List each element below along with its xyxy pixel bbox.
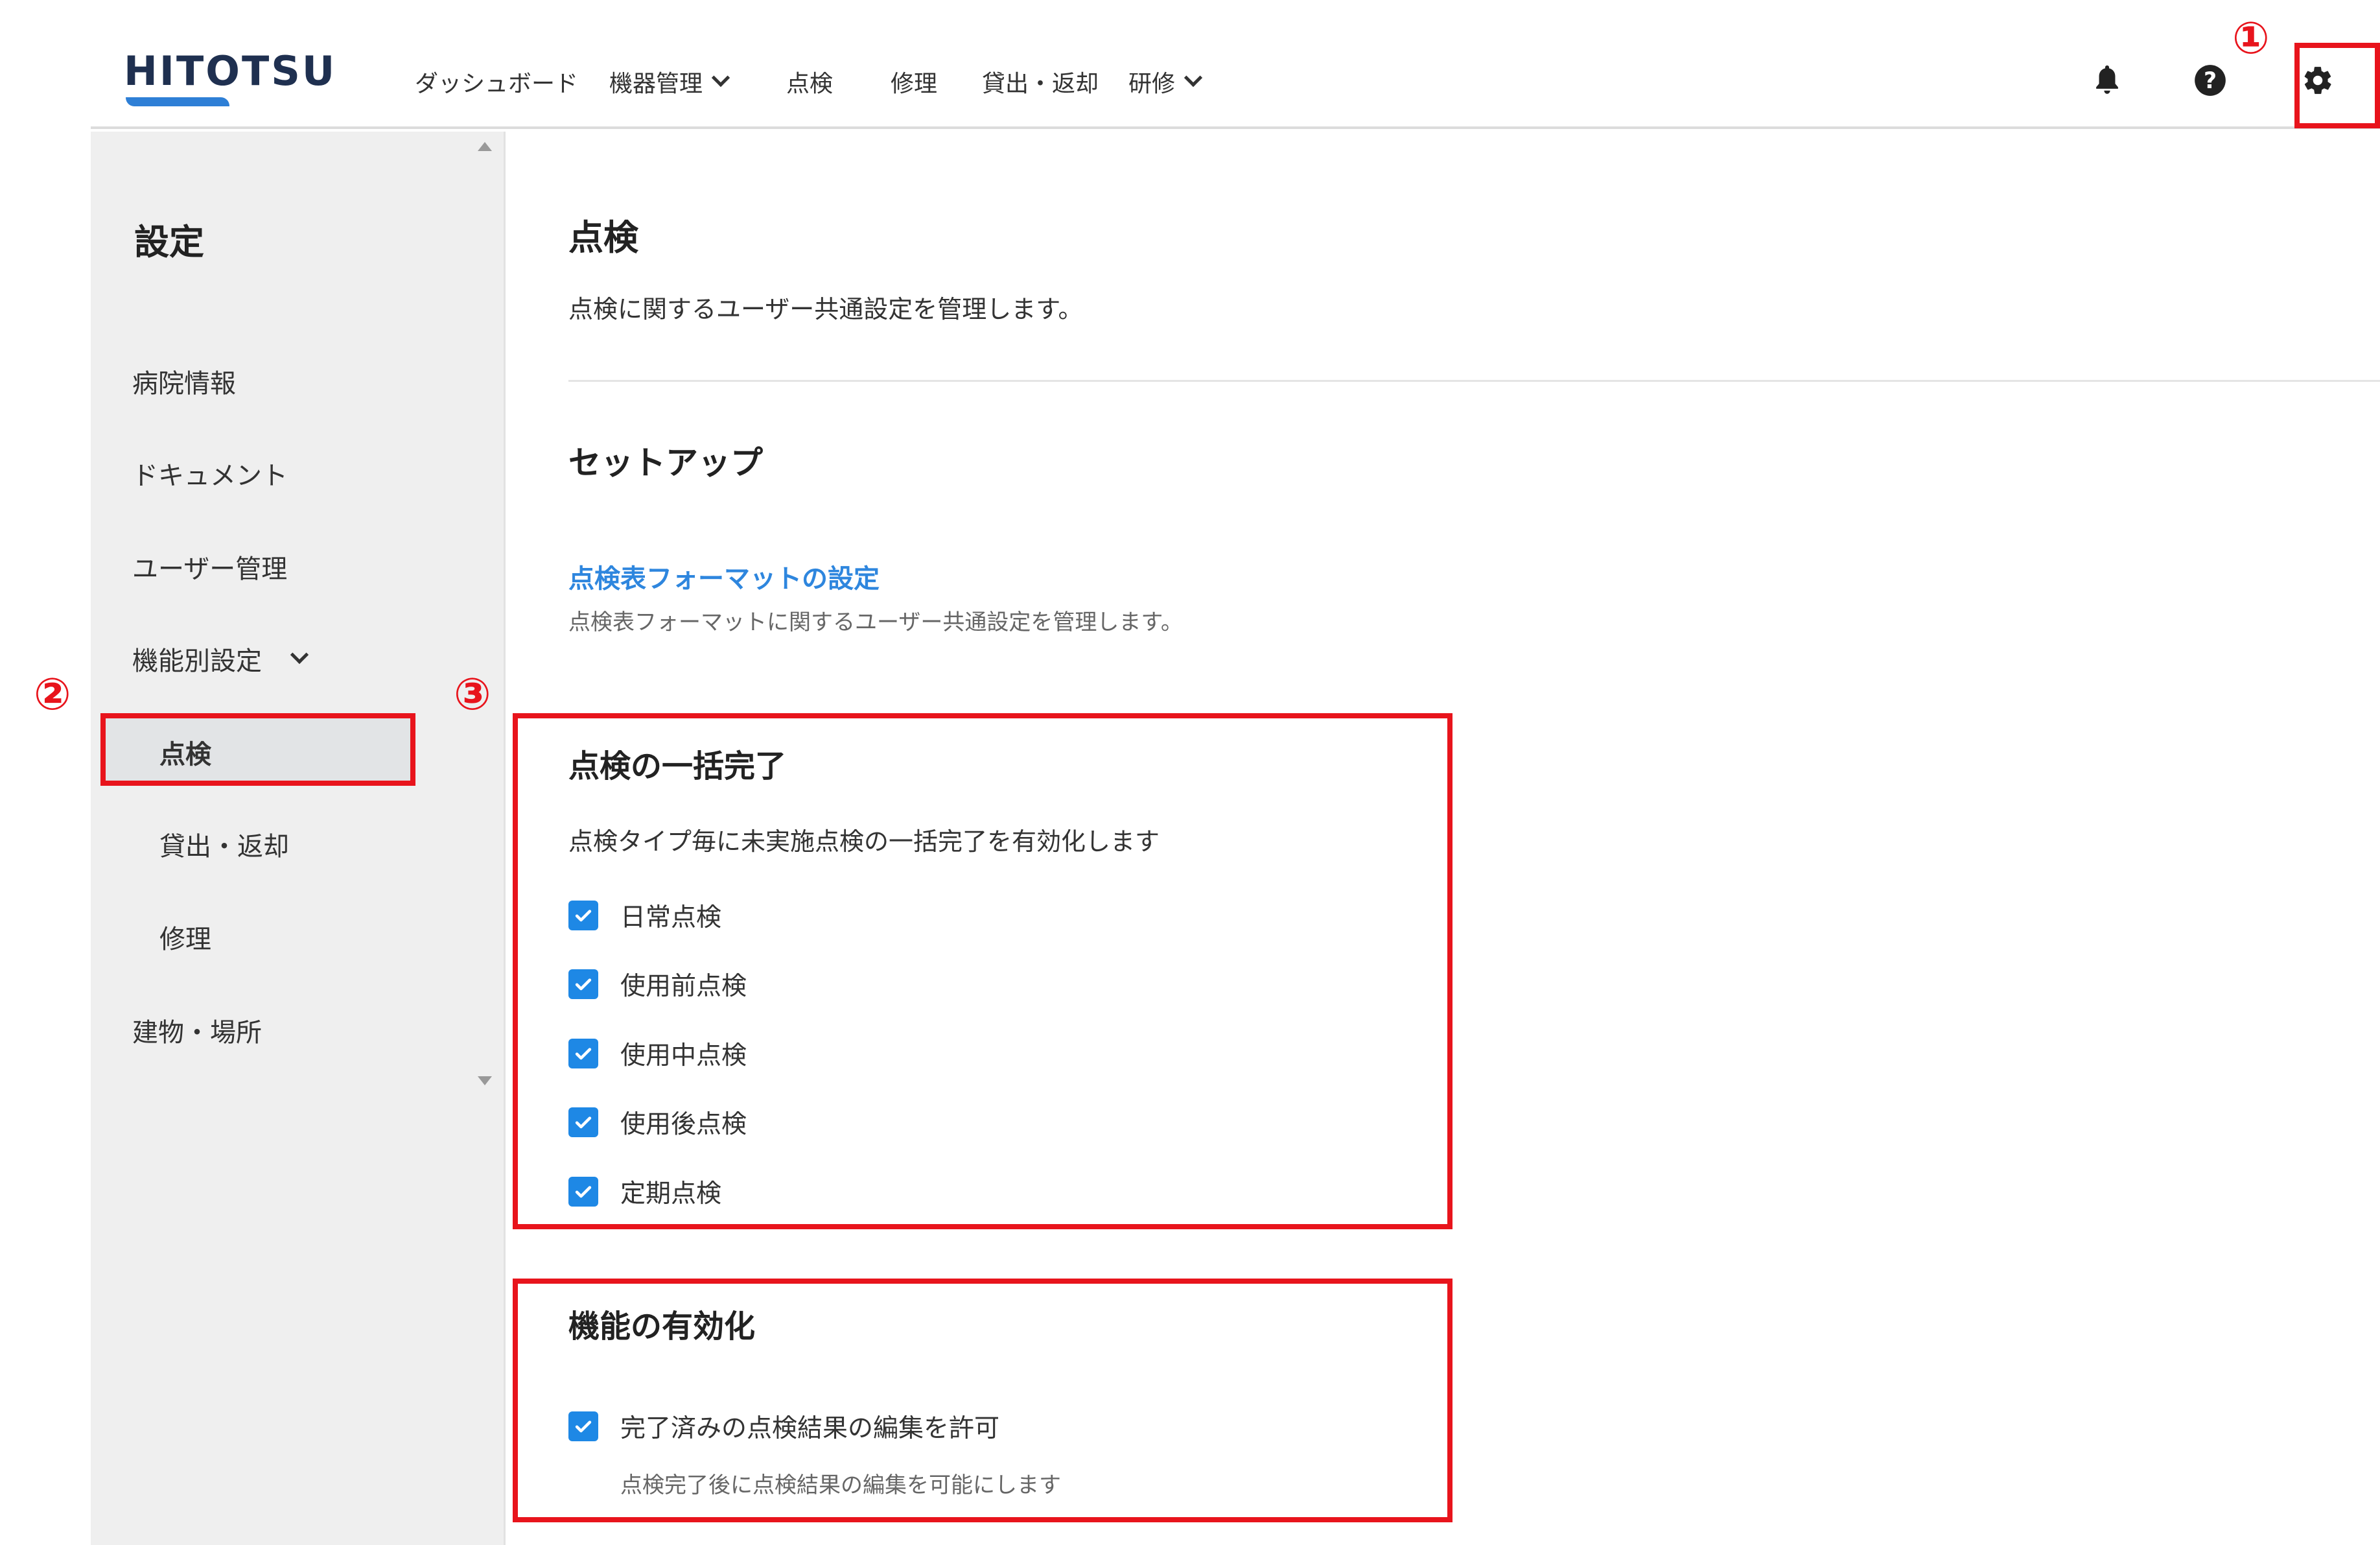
bell-icon[interactable]: [2089, 62, 2125, 99]
sidebar-item-lending[interactable]: 貸出・返却: [159, 825, 289, 863]
annotation-number-3: ③: [454, 669, 491, 720]
nav-lending[interactable]: 貸出・返却: [982, 65, 1099, 99]
nav-repair[interactable]: 修理: [891, 65, 937, 99]
chevron-down-icon: [290, 645, 309, 665]
sidebar-item-hospital-info[interactable]: 病院情報: [132, 362, 236, 400]
sidebar-item-label: 機能別設定: [132, 646, 262, 676]
hitotsu-logo[interactable]: HITOTSU: [124, 47, 336, 95]
annotation-number-2: ②: [34, 669, 71, 720]
nav-training[interactable]: 研修: [1128, 65, 1203, 99]
sidebar-title: 設定: [134, 222, 204, 263]
annotation-number-1: ①: [2232, 13, 2270, 64]
svg-text:?: ?: [2204, 68, 2217, 94]
setup-heading: セットアップ: [568, 444, 763, 482]
page-description: 点検に関するユーザー共通設定を管理します。: [568, 295, 1083, 324]
scroll-down-arrow-icon[interactable]: [478, 1076, 492, 1085]
sidebar-item-buildings[interactable]: 建物・場所: [132, 1011, 262, 1049]
chevron-down-icon: [1184, 68, 1203, 88]
inspection-format-settings-description: 点検表フォーマットに関するユーザー共通設定を管理します。: [568, 609, 1183, 635]
nav-inspection[interactable]: 点検: [786, 65, 833, 99]
annotation-box-sidebar-inspection: [100, 713, 415, 786]
help-icon[interactable]: ?: [2192, 62, 2228, 99]
top-header: HITOTSU ダッシュボード 機器管理 点検 修理 貸出・返却 研修 ?: [91, 0, 2380, 129]
nav-equipment-label: 機器管理: [609, 71, 703, 97]
settings-sidebar: 設定 病院情報 ドキュメント ユーザー管理 機能別設定 点検 貸出・返却 修理 …: [91, 132, 506, 1545]
nav-dashboard-label: ダッシュボード: [415, 71, 579, 97]
sidebar-item-user-management[interactable]: ユーザー管理: [132, 548, 287, 585]
sidebar-item-feature-settings[interactable]: 機能別設定: [132, 640, 309, 678]
annotation-box-feature-enable: [513, 1279, 1452, 1522]
nav-equipment[interactable]: 機器管理: [609, 65, 730, 99]
nav-repair-label: 修理: [891, 71, 938, 97]
sidebar-item-repair[interactable]: 修理: [159, 918, 211, 956]
nav-training-label: 研修: [1128, 71, 1176, 97]
nav-dashboard[interactable]: ダッシュボード: [415, 65, 578, 99]
chevron-down-icon: [711, 68, 730, 88]
page-title: 点検: [568, 217, 638, 258]
section-divider: [568, 380, 2380, 382]
inspection-format-settings-link[interactable]: 点検表フォーマットの設定: [568, 558, 880, 595]
scroll-up-arrow-icon[interactable]: [478, 142, 492, 151]
nav-lending-label: 貸出・返却: [982, 71, 1099, 97]
annotation-box-gear: [2294, 43, 2380, 128]
nav-inspection-label: 点検: [786, 71, 834, 97]
logo-swoosh: [126, 97, 229, 106]
annotation-box-bulk-complete: [513, 713, 1452, 1229]
sidebar-item-documents[interactable]: ドキュメント: [132, 454, 288, 492]
